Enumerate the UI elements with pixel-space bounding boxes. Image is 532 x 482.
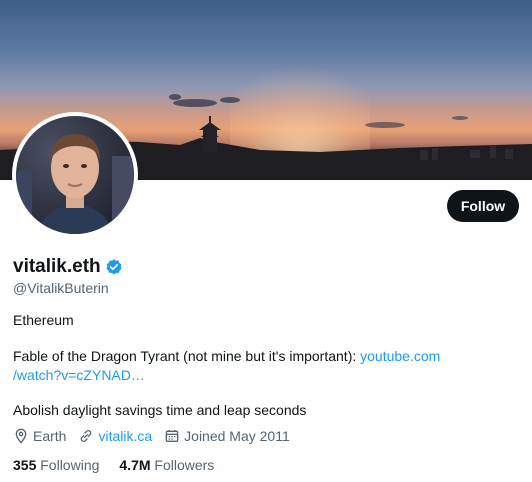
profile-counts: 355 Following 4.7M Followers (13, 457, 234, 473)
avatar-photo (16, 116, 134, 234)
profile-meta: Earth vitalik.ca Joined May 2011 (13, 428, 302, 444)
location-text: Earth (33, 428, 67, 444)
bio-line-2: Fable of the Dragon Tyrant (not mine but… (13, 347, 513, 385)
joined-text: Joined May 2011 (184, 428, 290, 444)
following-label: Following (40, 457, 100, 473)
bio-line-1: Ethereum (13, 312, 74, 328)
profile-handle: @VitalikButerin (13, 280, 109, 296)
display-name: vitalik.eth (13, 256, 101, 277)
follow-button[interactable]: Follow (447, 190, 519, 222)
website-link[interactable]: vitalik.ca (98, 428, 152, 444)
bio-text: Fable of the Dragon Tyrant (not mine but… (13, 348, 361, 364)
profile-name-row: vitalik.eth (13, 256, 123, 278)
bio-link-youtube-path[interactable]: /watch?v=cZYNAD… (13, 367, 145, 383)
meta-location: Earth (13, 428, 66, 444)
meta-joined: Joined May 2011 (164, 428, 290, 444)
following-count: 355 (13, 457, 37, 473)
followers-count: 4.7M (119, 457, 151, 473)
location-pin-icon (15, 428, 27, 444)
bio-line-3: Abolish daylight savings time and leap s… (13, 402, 307, 418)
following-link[interactable]: 355 Following (13, 457, 99, 473)
followers-link[interactable]: 4.7M Followers (119, 457, 214, 473)
profile-avatar[interactable] (12, 112, 138, 238)
meta-website[interactable]: vitalik.ca (78, 428, 152, 444)
verified-badge-icon[interactable] (105, 258, 123, 276)
calendar-icon (165, 430, 179, 442)
bio-link-youtube[interactable]: youtube.com (360, 348, 440, 364)
link-icon (81, 430, 92, 442)
followers-label: Followers (154, 457, 215, 473)
